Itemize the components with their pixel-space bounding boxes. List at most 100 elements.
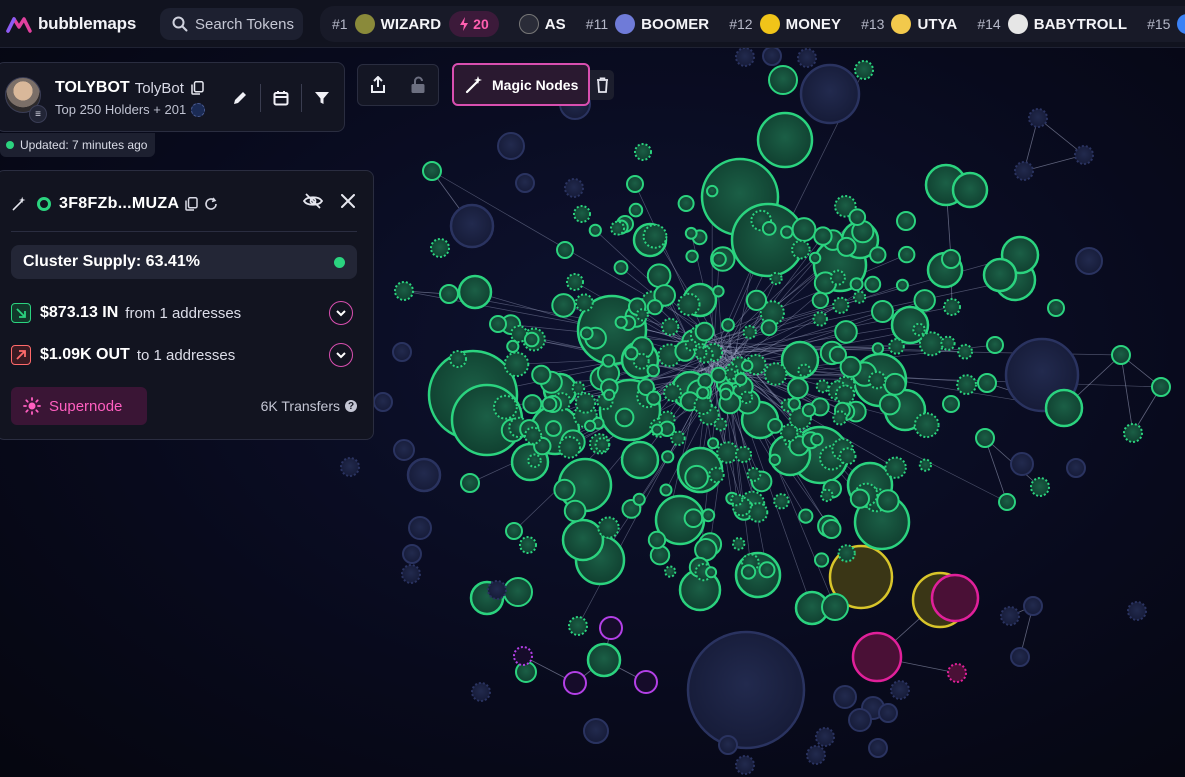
- green-wallet-node[interactable]: [721, 318, 735, 332]
- green-wallet-node[interactable]: [821, 593, 849, 621]
- dark-wallet-node[interactable]: [1074, 145, 1094, 165]
- green-wallet-node[interactable]: [522, 394, 543, 415]
- green-wallet-node[interactable]: [849, 277, 864, 292]
- green-wallet-node[interactable]: [941, 249, 961, 269]
- dark-wallet-node[interactable]: [1023, 596, 1043, 616]
- green-wallet-node[interactable]: [814, 552, 830, 568]
- green-wallet-node[interactable]: [503, 351, 530, 378]
- green-wallet-node[interactable]: [642, 223, 668, 249]
- green-wallet-node[interactable]: [663, 383, 682, 403]
- green-wallet-node[interactable]: [734, 445, 753, 464]
- green-wallet-node[interactable]: [707, 437, 720, 450]
- green-wallet-node[interactable]: [568, 616, 588, 636]
- green-wallet-node[interactable]: [710, 366, 728, 384]
- search-input[interactable]: Search Tokens: [160, 8, 303, 40]
- green-wallet-node[interactable]: [503, 577, 533, 607]
- purple-wallet-node[interactable]: [563, 671, 587, 695]
- green-wallet-node[interactable]: [588, 223, 602, 237]
- green-wallet-node[interactable]: [597, 516, 620, 539]
- green-wallet-node[interactable]: [758, 561, 776, 579]
- dark-wallet-node[interactable]: [373, 392, 393, 412]
- green-wallet-node[interactable]: [913, 412, 940, 439]
- green-wallet-node[interactable]: [876, 489, 900, 513]
- green-wallet-node[interactable]: [574, 392, 597, 414]
- green-wallet-node[interactable]: [849, 488, 871, 509]
- green-wallet-node[interactable]: [811, 291, 830, 310]
- green-wallet-node[interactable]: [651, 423, 664, 436]
- green-wallet-node[interactable]: [646, 363, 660, 378]
- green-wallet-node[interactable]: [684, 226, 698, 240]
- green-wallet-node[interactable]: [977, 373, 997, 393]
- green-wallet-node[interactable]: [732, 537, 746, 551]
- green-wallet-node[interactable]: [460, 473, 480, 493]
- green-wallet-node[interactable]: [763, 362, 788, 386]
- green-wallet-node[interactable]: [913, 289, 936, 312]
- refresh-icon[interactable]: [204, 197, 218, 211]
- green-wallet-node[interactable]: [457, 274, 493, 310]
- dark-wallet-node[interactable]: [1028, 108, 1048, 128]
- magenta-wallet-node[interactable]: [947, 663, 967, 683]
- green-wallet-node[interactable]: [579, 326, 594, 341]
- ticker-item-ba[interactable]: #15 BA: [1147, 14, 1185, 34]
- green-wallet-node[interactable]: [647, 530, 667, 550]
- dark-wallet-node[interactable]: [890, 680, 910, 700]
- green-wallet-node[interactable]: [853, 290, 867, 304]
- green-wallet-node[interactable]: [848, 208, 867, 226]
- green-wallet-node[interactable]: [574, 293, 594, 313]
- dark-wallet-node[interactable]: [735, 47, 755, 67]
- green-wallet-node[interactable]: [558, 435, 581, 459]
- green-wallet-node[interactable]: [895, 278, 909, 292]
- filter-button[interactable]: [307, 83, 337, 113]
- dark-wallet-node[interactable]: [833, 685, 857, 709]
- green-wallet-node[interactable]: [696, 386, 710, 400]
- green-wallet-node[interactable]: [613, 260, 629, 275]
- dark-wallet-node[interactable]: [393, 439, 415, 461]
- green-wallet-node[interactable]: [422, 161, 442, 181]
- green-wallet-node[interactable]: [812, 311, 828, 327]
- green-wallet-node[interactable]: [684, 464, 709, 490]
- magic-nodes-button[interactable]: Magic Nodes: [452, 63, 590, 106]
- ticker-item-utya[interactable]: #13 UTYA: [861, 14, 957, 34]
- green-wallet-node[interactable]: [808, 251, 822, 265]
- green-wallet-node[interactable]: [834, 320, 858, 344]
- green-wallet-node[interactable]: [394, 281, 414, 301]
- dark-wallet-node[interactable]: [1010, 452, 1034, 476]
- green-wallet-node[interactable]: [659, 483, 673, 497]
- magenta-wallet-node[interactable]: [930, 573, 980, 623]
- green-wallet-node[interactable]: [685, 249, 699, 263]
- green-wallet-node[interactable]: [1123, 423, 1143, 443]
- green-wallet-node[interactable]: [614, 315, 628, 329]
- dark-wallet-node[interactable]: [815, 727, 835, 747]
- help-icon[interactable]: ?: [345, 400, 357, 412]
- green-wallet-node[interactable]: [864, 275, 882, 293]
- green-wallet-node[interactable]: [646, 390, 662, 406]
- green-wallet-node[interactable]: [635, 308, 649, 322]
- green-wallet-node[interactable]: [836, 236, 857, 257]
- dark-wallet-node[interactable]: [686, 630, 806, 750]
- green-wallet-node[interactable]: [918, 331, 944, 357]
- green-wallet-node[interactable]: [527, 453, 542, 468]
- green-wallet-node[interactable]: [632, 492, 646, 506]
- dark-wallet-node[interactable]: [1010, 647, 1030, 667]
- dark-wallet-node[interactable]: [1066, 458, 1086, 478]
- green-wallet-node[interactable]: [712, 285, 725, 298]
- green-wallet-node[interactable]: [912, 322, 926, 337]
- green-wallet-node[interactable]: [896, 211, 916, 231]
- dark-wallet-node[interactable]: [406, 457, 442, 493]
- green-wallet-node[interactable]: [956, 374, 977, 396]
- green-wallet-node[interactable]: [684, 339, 698, 352]
- inflow-row[interactable]: $873.13 IN from 1 addresses: [11, 301, 357, 325]
- green-wallet-node[interactable]: [584, 419, 597, 432]
- dark-wallet-node[interactable]: [401, 564, 421, 584]
- green-wallet-node[interactable]: [747, 502, 769, 523]
- green-wallet-node[interactable]: [760, 319, 778, 337]
- dark-wallet-node[interactable]: [564, 178, 584, 198]
- green-wallet-node[interactable]: [768, 453, 781, 466]
- dark-wallet-node[interactable]: [1014, 161, 1034, 181]
- dark-wallet-node[interactable]: [497, 132, 525, 160]
- purple-wallet-node[interactable]: [634, 670, 658, 694]
- green-wallet-node[interactable]: [661, 450, 675, 464]
- green-wallet-node[interactable]: [871, 300, 894, 323]
- green-wallet-node[interactable]: [769, 271, 783, 286]
- green-wallet-node[interactable]: [677, 195, 695, 212]
